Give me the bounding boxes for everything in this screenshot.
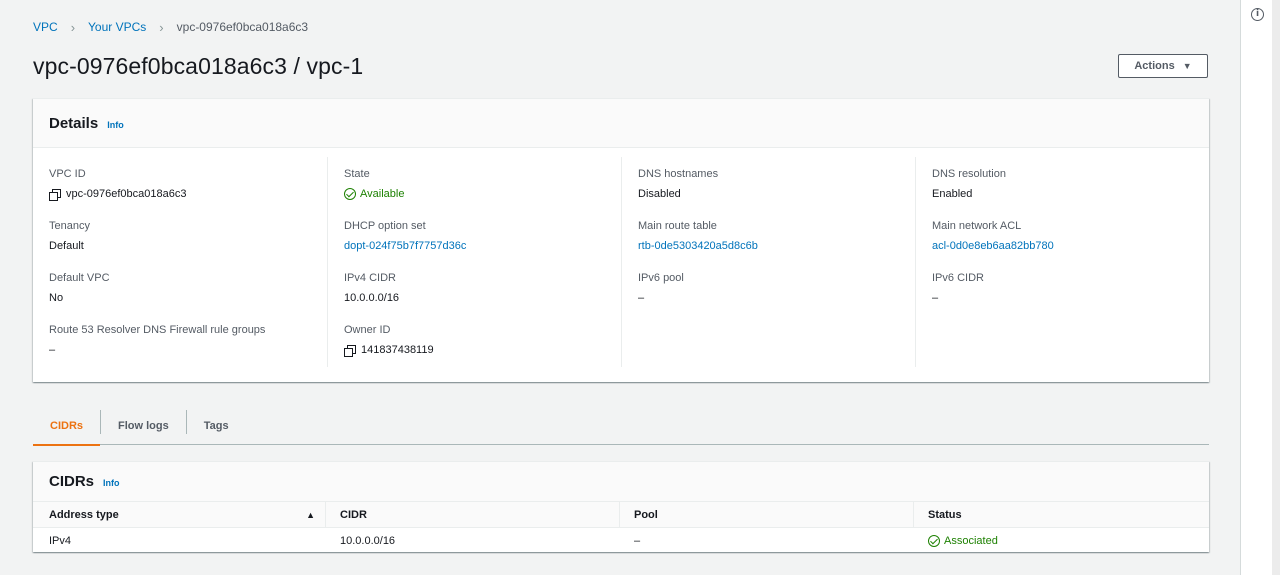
dhcp-field: DHCP option set dopt-024f75b7f7757d36c: [344, 219, 614, 253]
breadcrumb-your-vpcs-link[interactable]: Your VPCs: [88, 20, 146, 34]
page-title: vpc-0976ef0bca018a6c3 / vpc-1: [33, 53, 364, 79]
details-column-4: DNS resolution Enabled Main network ACL …: [915, 157, 1209, 367]
dns-resolution-field: DNS resolution Enabled: [932, 167, 1202, 201]
breadcrumb-vpc-link[interactable]: VPC: [33, 20, 58, 34]
main-acl-link[interactable]: acl-0d0e8eb6aa82bb780: [932, 239, 1202, 253]
details-column-1: VPC ID vpc-0976ef0bca018a6c3 Tenancy Def…: [33, 157, 327, 367]
column-header-cidr[interactable]: CIDR: [325, 502, 619, 527]
cidrs-title: CIDRs: [49, 473, 95, 490]
tab-tags[interactable]: Tags: [187, 407, 246, 445]
details-info-link[interactable]: Info: [107, 120, 124, 130]
main-route-table-field: Main route table rtb-0de5303420a5d8c6b: [638, 219, 908, 253]
table-row: IPv4 10.0.0.0/16 – Associated: [33, 528, 1209, 553]
route53-field: Route 53 Resolver DNS Firewall rule grou…: [49, 323, 319, 357]
dns-hostnames-label: DNS hostnames: [638, 168, 719, 180]
ipv6-cidr-label: IPv6 CIDR: [932, 272, 984, 284]
copy-icon[interactable]: [344, 344, 356, 357]
cell-status: Associated: [913, 528, 1209, 553]
sort-ascending-icon: ▲: [306, 509, 315, 520]
main-acl-field: Main network ACL acl-0d0e8eb6aa82bb780: [932, 219, 1202, 253]
cell-cidr: 10.0.0.0/16: [340, 534, 396, 547]
ipv4-cidr-value: 10.0.0.0/16: [344, 292, 400, 304]
route53-label: Route 53 Resolver DNS Firewall rule grou…: [49, 324, 266, 336]
actions-button[interactable]: Actions ▼: [1118, 54, 1208, 78]
ipv4-cidr-label: IPv4 CIDR: [344, 272, 396, 284]
cidrs-header: CIDRs Info: [33, 462, 1209, 502]
main-route-table-link[interactable]: rtb-0de5303420a5d8c6b: [638, 239, 908, 253]
table-header-row: Address type ▲ CIDR Pool Status: [33, 502, 1209, 528]
cidrs-panel: CIDRs Info Address type ▲ CIDR Pool Stat…: [33, 461, 1209, 552]
dns-hostnames-field: DNS hostnames Disabled: [638, 167, 908, 201]
vpc-id-value: vpc-0976ef0bca018a6c3: [66, 188, 187, 200]
owner-id-field: Owner ID 141837438119: [344, 323, 614, 357]
owner-id-label: Owner ID: [344, 324, 391, 336]
chevron-right-icon: ›: [159, 19, 164, 35]
breadcrumb: VPC › Your VPCs › vpc-0976ef0bca018a6c3: [33, 19, 308, 35]
ipv6-cidr-field: IPv6 CIDR –: [932, 271, 1202, 305]
vpc-id-field: VPC ID vpc-0976ef0bca018a6c3: [49, 167, 319, 201]
cell-pool: –: [634, 534, 641, 547]
main-route-table-label: Main route table: [638, 220, 717, 232]
ipv6-cidr-value: –: [932, 292, 939, 304]
cell-address-type: IPv4: [49, 534, 72, 547]
ipv6-pool-field: IPv6 pool –: [638, 271, 908, 305]
breadcrumb-current: vpc-0976ef0bca018a6c3: [176, 20, 309, 34]
state-value-row: Available: [344, 187, 614, 201]
column-header-status[interactable]: Status: [913, 502, 1209, 527]
tab-cidrs[interactable]: CIDRs: [33, 407, 101, 446]
info-circle-icon[interactable]: i: [1251, 8, 1264, 21]
details-column-2: State Available DHCP option set dopt-024…: [327, 157, 621, 367]
default-vpc-field: Default VPC No: [49, 271, 319, 305]
dns-hostnames-value: Disabled: [638, 188, 681, 200]
page-scrollbar[interactable]: [1272, 0, 1280, 575]
details-panel: Details Info VPC ID vpc-0976ef0bca018a6c…: [33, 98, 1209, 382]
tenancy-field: Tenancy Default: [49, 219, 319, 253]
default-vpc-label: Default VPC: [49, 272, 110, 284]
check-circle-icon: [344, 188, 356, 200]
cidrs-info-link[interactable]: Info: [103, 478, 120, 488]
dhcp-label: DHCP option set: [344, 220, 426, 232]
default-vpc-value: No: [49, 292, 64, 304]
actions-button-label: Actions: [1134, 60, 1175, 72]
column-header-pool[interactable]: Pool: [619, 502, 913, 527]
route53-value: –: [49, 344, 56, 356]
owner-id-value: 141837438119: [361, 344, 434, 356]
cell-status-label: Associated: [944, 534, 998, 547]
ipv4-cidr-field: IPv4 CIDR 10.0.0.0/16: [344, 271, 614, 305]
caret-down-icon: ▼: [1182, 61, 1192, 71]
state-field: State Available: [344, 167, 614, 201]
ipv6-pool-value: –: [638, 292, 645, 304]
vpc-id-value-row: vpc-0976ef0bca018a6c3: [49, 187, 319, 201]
details-header: Details Info: [33, 99, 1209, 148]
copy-icon[interactable]: [49, 188, 61, 201]
main-acl-label: Main network ACL: [932, 220, 1022, 232]
dhcp-link[interactable]: dopt-024f75b7f7757d36c: [344, 239, 614, 253]
state-value: Available: [360, 188, 405, 200]
details-title: Details: [49, 114, 99, 132]
ipv6-pool-label: IPv6 pool: [638, 272, 684, 284]
tab-flow-logs[interactable]: Flow logs: [101, 407, 186, 445]
details-columns: VPC ID vpc-0976ef0bca018a6c3 Tenancy Def…: [33, 157, 1209, 367]
vpc-id-label: VPC ID: [49, 168, 86, 180]
state-label: State: [344, 168, 370, 180]
owner-id-value-row: 141837438119: [344, 343, 614, 357]
chevron-right-icon: ›: [70, 19, 76, 35]
dns-resolution-label: DNS resolution: [932, 168, 1006, 180]
check-circle-icon: [928, 534, 940, 547]
cidrs-table: Address type ▲ CIDR Pool Status IPv4 10.…: [33, 502, 1209, 553]
dns-resolution-value: Enabled: [932, 188, 973, 200]
column-header-address-type-label: Address type: [49, 508, 119, 521]
detail-tabs: CIDRs Flow logs Tags: [33, 407, 1209, 446]
tenancy-value: Default: [49, 240, 84, 252]
column-header-address-type[interactable]: Address type ▲: [33, 502, 325, 527]
details-column-3: DNS hostnames Disabled Main route table …: [621, 157, 915, 367]
tenancy-label: Tenancy: [49, 220, 90, 232]
